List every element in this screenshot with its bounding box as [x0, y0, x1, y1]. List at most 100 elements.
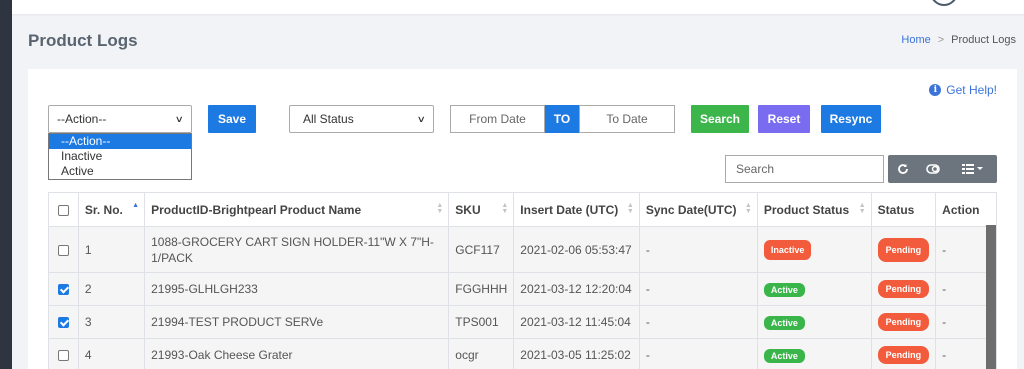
cell-sku: GCF117: [448, 226, 515, 273]
cell-product-name: 21993-Oak Cheese Grater: [144, 338, 450, 369]
header-sr-no[interactable]: Sr. No. ▲: [77, 192, 146, 227]
cell-sr-no: 4: [77, 338, 146, 369]
info-icon: i: [929, 84, 942, 96]
cell-status: Pending: [870, 226, 937, 273]
header-sku[interactable]: SKU ▲ ▼: [448, 192, 515, 227]
row-select-cell: [48, 338, 79, 369]
status-badge: Pending: [877, 346, 930, 364]
cell-status: Pending: [870, 305, 937, 339]
action-option-inactive[interactable]: Inactive: [49, 149, 191, 164]
action-option-none[interactable]: --Action--: [49, 134, 191, 149]
cell-sku: FGGHHH: [448, 272, 515, 306]
get-help-link[interactable]: i Get Help!: [929, 83, 997, 97]
cell-product-status: Active: [756, 272, 872, 306]
status-badge: Pending: [877, 280, 930, 298]
search-button[interactable]: Search: [691, 105, 749, 133]
product-status-badge: Active: [763, 315, 805, 330]
toggle-icon[interactable]: [918, 155, 948, 183]
cell-product-status: Inactive: [756, 226, 872, 273]
action-option-active[interactable]: Active: [49, 164, 191, 179]
cell-product-name: 21994-TEST PRODUCT SERVe: [144, 305, 450, 339]
cell-product-name: 1088-GROCERY CART SIGN HOLDER-11"W X 7"H…: [144, 226, 450, 273]
refresh-icon[interactable]: [888, 155, 918, 183]
columns-icon[interactable]: [948, 155, 997, 183]
header-product-status[interactable]: Product Status ▲ ▼: [756, 192, 872, 227]
action-select[interactable]: --Action-- ∨: [48, 105, 192, 133]
cell-insert-date: 2021-03-12 11:45:04: [513, 305, 640, 339]
cell-sync-date: -: [638, 305, 758, 339]
table-row[interactable]: 3 21994-TEST PRODUCT SERVe TPS001 2021-0…: [48, 305, 997, 339]
action-dropdown-menu: --Action-- Inactive Active: [48, 133, 192, 180]
cell-sku: TPS001: [448, 305, 515, 339]
app-sidebar-edge: [0, 0, 12, 369]
table-row[interactable]: 4 21993-Oak Cheese Grater ocgr 2021-03-0…: [48, 338, 997, 369]
table-row[interactable]: 1 1088-GROCERY CART SIGN HOLDER-11"W X 7…: [48, 226, 997, 273]
row-checkbox[interactable]: [57, 350, 69, 362]
table-row[interactable]: 2 21995-GLHLGH233 FGGHHH 2021-03-12 12:2…: [48, 272, 997, 306]
reset-button[interactable]: Reset: [758, 105, 810, 133]
cell-product-status: Active: [756, 338, 872, 369]
cell-product-name: 21995-GLHLGH233: [144, 272, 450, 306]
table-search-input[interactable]: Search: [725, 155, 884, 183]
sort-icon: ▲ ▼: [744, 202, 752, 215]
status-select[interactable]: All Status ∨: [289, 105, 434, 133]
cell-sku: ocgr: [448, 338, 515, 369]
product-logs-table: Sr. No. ▲ ProductID-Brightpearl Product N…: [48, 192, 997, 369]
cell-insert-date: 2021-03-05 11:25:02: [513, 338, 640, 369]
cell-sync-date: -: [638, 338, 758, 369]
select-all-checkbox[interactable]: [57, 204, 69, 216]
user-avatar-icon[interactable]: [930, 0, 958, 6]
header-status: Status: [870, 192, 937, 227]
cell-sync-date: -: [638, 272, 758, 306]
breadcrumb-home-link[interactable]: Home: [901, 34, 930, 46]
page-title: Product Logs: [28, 31, 138, 50]
to-date-input[interactable]: To Date: [579, 105, 675, 133]
sort-icon: ▲ ▼: [436, 202, 444, 215]
product-status-badge: Active: [763, 348, 805, 363]
status-badge: Pending: [877, 313, 930, 331]
row-select-cell: [48, 305, 79, 339]
header-product-name[interactable]: ProductID-Brightpearl Product Name ▲ ▼: [144, 192, 450, 227]
action-select-value: --Action--: [57, 112, 107, 126]
chevron-down-icon: ∨: [417, 113, 427, 124]
row-checkbox[interactable]: [57, 317, 69, 329]
sort-asc-icon: ▲: [132, 202, 140, 209]
product-status-badge: Inactive: [763, 239, 812, 260]
table-header-row: Sr. No. ▲ ProductID-Brightpearl Product N…: [48, 192, 997, 227]
sort-icon: ▲ ▼: [626, 202, 634, 215]
chevron-right-icon: >: [937, 34, 945, 46]
header-insert-date[interactable]: Insert Date (UTC) ▲ ▼: [513, 192, 640, 227]
table-scrollbar[interactable]: [986, 225, 996, 369]
cell-sr-no: 3: [77, 305, 146, 339]
cell-insert-date: 2021-02-06 05:53:47: [513, 226, 640, 273]
to-label: TO: [545, 105, 579, 133]
cell-sync-date: -: [638, 226, 758, 273]
breadcrumb: Home > Product Logs: [901, 34, 1016, 46]
status-select-value: All Status: [303, 112, 354, 126]
sort-icon: ▲ ▼: [858, 202, 866, 215]
resync-button[interactable]: Resync: [821, 105, 881, 133]
row-checkbox[interactable]: [57, 284, 69, 296]
save-button[interactable]: Save: [208, 105, 256, 133]
cell-status: Pending: [870, 272, 937, 306]
header-action: Action: [935, 192, 997, 227]
top-navbar: [12, 0, 1024, 14]
from-date-input[interactable]: From Date: [450, 105, 545, 133]
row-select-cell: [48, 226, 79, 273]
logs-card: i Get Help! --Action-- ∨ --Action-- Inac…: [28, 69, 1017, 369]
product-status-badge: Active: [763, 282, 805, 297]
cell-sr-no: 2: [77, 272, 146, 306]
row-checkbox[interactable]: [57, 244, 69, 256]
select-all-header: [48, 192, 79, 227]
cell-sr-no: 1: [77, 226, 146, 273]
header-sync-date[interactable]: Sync Date(UTC) ▲ ▼: [638, 192, 758, 227]
row-select-cell: [48, 272, 79, 306]
cell-status: Pending: [870, 338, 937, 369]
chevron-down-icon: ∨: [175, 113, 185, 124]
cell-insert-date: 2021-03-12 12:20:04: [513, 272, 640, 306]
cell-product-status: Active: [756, 305, 872, 339]
table-toolbar: [888, 155, 997, 183]
breadcrumb-current: Product Logs: [951, 34, 1016, 46]
status-badge: Pending: [877, 237, 930, 262]
sort-icon: ▲ ▼: [501, 202, 509, 215]
